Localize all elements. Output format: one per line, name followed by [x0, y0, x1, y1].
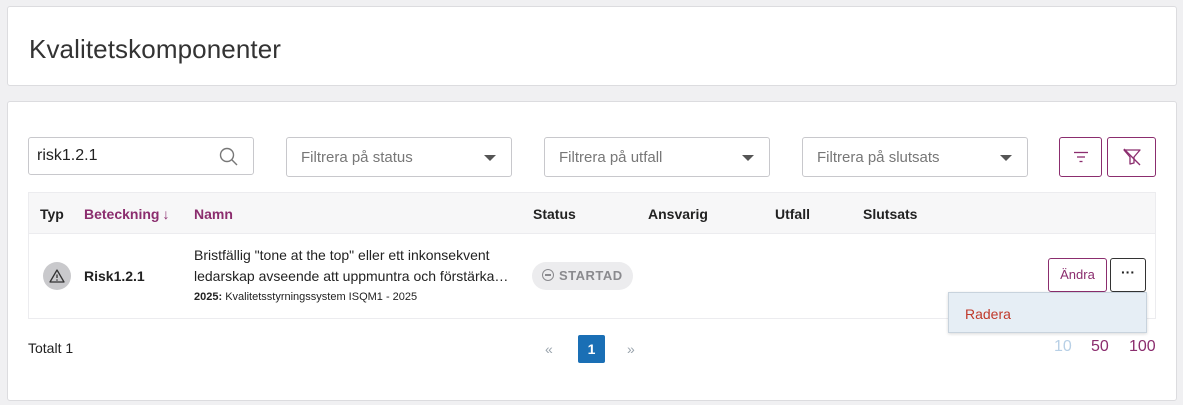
filter-button[interactable] — [1059, 137, 1102, 177]
more-options-button[interactable]: ··· — [1110, 258, 1146, 292]
column-header-typ: Typ — [40, 206, 64, 222]
row-actions-menu: Radera — [948, 292, 1147, 333]
pagination-prev[interactable]: « — [545, 341, 553, 357]
row-name: Bristfällig "tone at the top" eller ett … — [194, 245, 514, 287]
outcome-filter-select[interactable]: Filtrera på utfall — [544, 137, 770, 177]
menu-item-delete[interactable]: Radera — [965, 306, 1011, 322]
search-icon[interactable] — [219, 147, 239, 167]
column-header-namn[interactable]: Namn — [194, 206, 233, 222]
row-subtitle-text: Kvalitetsstyrningssystem ISQM1 - 2025 — [222, 291, 418, 303]
column-header-status: Status — [533, 206, 576, 222]
column-header-utfall: Utfall — [775, 206, 810, 222]
conclusion-filter-placeholder: Filtrera på slutsats — [817, 149, 940, 166]
column-header-beteckning-label: Beteckning — [84, 206, 160, 222]
status-filter-select[interactable]: Filtrera på status — [286, 137, 512, 177]
minus-circle-icon — [542, 269, 554, 281]
sort-descending-icon: ↓ — [162, 206, 170, 222]
page-size-100[interactable]: 100 — [1129, 338, 1156, 356]
column-header-beteckning[interactable]: Beteckning ↓ — [84, 206, 169, 222]
total-count: Totalt 1 — [28, 340, 74, 356]
conclusion-filter-select[interactable]: Filtrera på slutsats — [802, 137, 1028, 177]
search-box[interactable] — [28, 137, 254, 175]
chevron-down-icon — [1000, 155, 1012, 161]
filter-icon — [1073, 151, 1088, 163]
column-header-slutsats: Slutsats — [863, 206, 918, 222]
status-filter-placeholder: Filtrera på status — [301, 149, 413, 166]
row-name-line1: Bristfällig "tone at the top" eller ett … — [194, 247, 490, 263]
row-code: Risk1.2.1 — [84, 268, 145, 284]
chevron-down-icon — [484, 155, 496, 161]
table-header: Typ Beteckning ↓ Namn Status Ansvarig Utf… — [28, 192, 1156, 234]
row-subtitle-year: 2025: — [194, 291, 223, 303]
search-input[interactable] — [37, 146, 217, 166]
column-header-ansvarig: Ansvarig — [648, 206, 708, 222]
status-badge: STARTAD — [532, 262, 633, 290]
outcome-filter-placeholder: Filtrera på utfall — [559, 149, 663, 166]
page-title: Kvalitetskomponenter — [29, 34, 282, 64]
clear-filter-button[interactable] — [1107, 137, 1156, 177]
row-subtitle: 2025: Kvalitetsstyrningssystem ISQM1 - 2… — [194, 291, 417, 303]
filter-off-icon — [1122, 148, 1141, 166]
pagination-page-current[interactable]: 1 — [578, 335, 605, 363]
page-size-50[interactable]: 50 — [1091, 338, 1109, 356]
header-card: Kvalitetskomponenter — [7, 6, 1177, 86]
row-name-line2: ledarskap avseende att uppmuntra och för… — [194, 268, 509, 284]
page-size-10[interactable]: 10 — [1054, 338, 1072, 356]
edit-button[interactable]: Ändra — [1048, 258, 1107, 292]
warning-icon — [43, 262, 71, 290]
pagination-next[interactable]: » — [627, 341, 635, 357]
status-badge-label: STARTAD — [559, 268, 623, 283]
chevron-down-icon — [742, 155, 754, 161]
